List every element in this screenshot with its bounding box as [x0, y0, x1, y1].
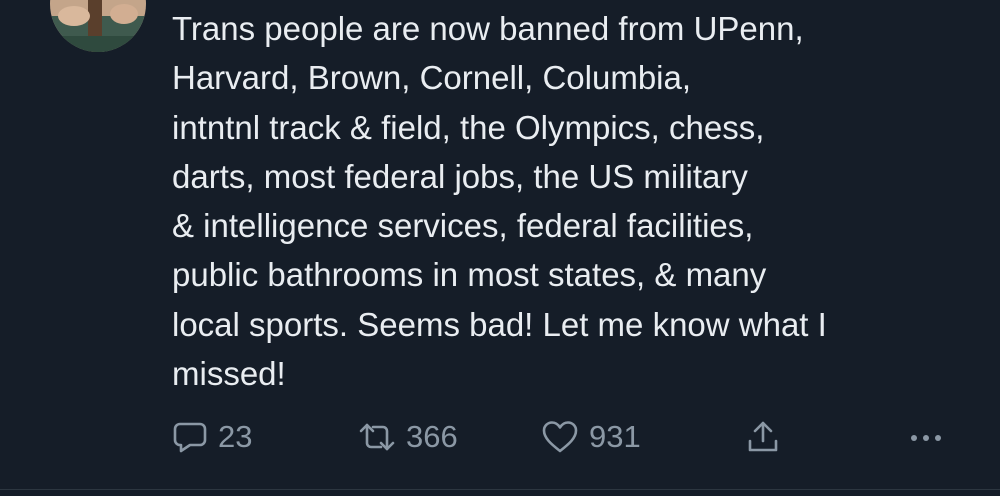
- tweet-action-bar: 23 366 931: [0, 413, 1000, 461]
- tweet-text: Trans people are now banned from UPenn, …: [172, 4, 972, 398]
- tweet-text-line: & intelligence services, federal facilit…: [172, 207, 754, 245]
- tweet-text-line: Harvard, Brown, Cornell, Columbia,: [172, 59, 692, 97]
- retweet-icon: [358, 419, 396, 455]
- share-icon: [745, 419, 781, 455]
- tweet-text-line: darts, most federal jobs, the US militar…: [172, 157, 748, 195]
- like-count: 931: [589, 419, 641, 454]
- tweet-text-line: local sports. Seems bad! Let me know wha…: [172, 305, 827, 343]
- reply-count: 23: [218, 419, 253, 454]
- retweet-count: 366: [406, 419, 458, 454]
- avatar[interactable]: [50, 0, 146, 52]
- more-dots-icon: [908, 419, 944, 455]
- reply-bubble-icon: [172, 419, 208, 455]
- heart-icon: [541, 419, 579, 455]
- retweet-button[interactable]: 366: [358, 413, 458, 461]
- share-button[interactable]: [745, 413, 781, 461]
- tweet-text-line: public bathrooms in most states, & many: [172, 256, 767, 294]
- tweet-text-line: Trans people are now banned from UPenn,: [172, 10, 804, 47]
- tweet-text-line: missed!: [172, 355, 286, 393]
- more-options-button[interactable]: [908, 413, 944, 461]
- divider: [0, 489, 1000, 490]
- tweet-text-line: intntnl track & field, the Olympics, che…: [172, 108, 765, 146]
- avatar-image: [50, 0, 146, 52]
- like-button[interactable]: 931: [541, 413, 641, 461]
- reply-button[interactable]: 23: [172, 413, 252, 461]
